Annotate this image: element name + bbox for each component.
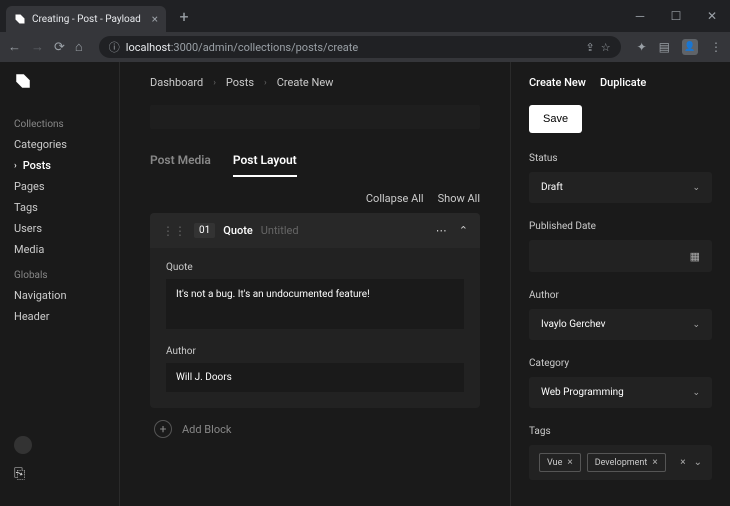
- tab-title: Creating - Post - Payload: [32, 14, 146, 25]
- save-button[interactable]: Save: [529, 105, 582, 133]
- layout-block: ⋮⋮ 01 Quote Untitled ⋯ ⌃ Quote Autho: [150, 213, 480, 408]
- breadcrumb: Dashboard › Posts › Create New: [150, 76, 480, 105]
- remove-tag-icon[interactable]: ×: [652, 457, 657, 468]
- block-header[interactable]: ⋮⋮ 01 Quote Untitled ⋯ ⌃: [150, 213, 480, 248]
- status-label: Status: [529, 153, 712, 164]
- back-button[interactable]: ←: [8, 39, 21, 55]
- sidebar-item-tags[interactable]: Tags: [14, 197, 105, 218]
- browser-titlebar: Creating - Post - Payload × + ─ ☐ ✕: [0, 0, 730, 32]
- user-avatar[interactable]: [14, 436, 32, 454]
- clear-tags-icon[interactable]: ×: [680, 457, 685, 468]
- chevron-right-icon: ›: [14, 161, 17, 171]
- url-text: localhost:3000/admin/collections/posts/c…: [126, 41, 358, 54]
- category-field-label: Category: [529, 358, 712, 369]
- published-date-input[interactable]: ▦: [529, 240, 712, 272]
- author-select[interactable]: Ivaylo Gerchev ⌄: [529, 309, 712, 340]
- chevron-right-icon: ›: [264, 78, 267, 88]
- block-menu-icon[interactable]: ⋯: [436, 224, 447, 237]
- create-new-action[interactable]: Create New: [529, 76, 586, 89]
- drag-handle-icon[interactable]: ⋮⋮: [162, 224, 186, 238]
- app-logo[interactable]: [0, 72, 119, 103]
- right-sidebar: Create New Duplicate Save Status Draft ⌄…: [510, 62, 730, 506]
- published-date-label: Published Date: [529, 221, 712, 232]
- breadcrumb-posts[interactable]: Posts: [226, 76, 254, 89]
- tag-pill: Vue×: [539, 453, 581, 472]
- collections-header: Collections: [14, 119, 105, 130]
- site-info-icon[interactable]: ⓘ: [109, 39, 120, 55]
- tag-pill: Development×: [587, 453, 666, 472]
- collapse-icon[interactable]: ⌃: [459, 224, 468, 237]
- status-select[interactable]: Draft ⌄: [529, 172, 712, 203]
- category-select[interactable]: Web Programming ⌄: [529, 377, 712, 408]
- forward-button[interactable]: →: [31, 39, 44, 55]
- reading-list-icon[interactable]: ▤: [659, 40, 670, 54]
- sidebar-item-pages[interactable]: Pages: [14, 176, 105, 197]
- chevron-right-icon: ›: [213, 78, 216, 88]
- sidebar-item-categories[interactable]: Categories: [14, 134, 105, 155]
- home-button[interactable]: ⌂: [75, 39, 83, 55]
- sidebar-item-users[interactable]: Users: [14, 218, 105, 239]
- browser-tab[interactable]: Creating - Post - Payload ×: [6, 6, 166, 32]
- collapse-all-button[interactable]: Collapse All: [366, 192, 424, 205]
- tags-select[interactable]: Vue× Development× × ⌄: [529, 445, 712, 480]
- new-tab-button[interactable]: +: [174, 6, 194, 26]
- plus-icon: +: [154, 420, 172, 438]
- window-controls: ─ ☐ ✕: [622, 0, 730, 32]
- breadcrumb-dashboard[interactable]: Dashboard: [150, 76, 203, 89]
- globals-header: Globals: [14, 270, 105, 281]
- block-type: Quote: [223, 224, 253, 237]
- sidebar-item-media[interactable]: Media: [14, 239, 105, 260]
- sidebar-item-header[interactable]: Header: [14, 306, 105, 327]
- menu-icon[interactable]: ⋮: [710, 40, 722, 54]
- close-window-button[interactable]: ✕: [694, 0, 730, 32]
- chevron-down-icon[interactable]: ⌄: [694, 457, 702, 468]
- block-number: 01: [194, 223, 215, 238]
- tab-post-layout[interactable]: Post Layout: [233, 153, 297, 177]
- author-field-label: Author: [529, 290, 712, 301]
- share-icon[interactable]: ⇪: [586, 41, 595, 54]
- calendar-icon: ▦: [690, 250, 700, 263]
- author-input[interactable]: [166, 363, 464, 392]
- content-tabs: Post Media Post Layout: [150, 153, 480, 178]
- url-bar[interactable]: ⓘ localhost:3000/admin/collections/posts…: [99, 36, 621, 58]
- show-all-button[interactable]: Show All: [438, 192, 480, 205]
- remove-tag-icon[interactable]: ×: [567, 457, 572, 468]
- app-sidebar: Collections Categories ›Posts Pages Tags…: [0, 62, 120, 506]
- logout-icon[interactable]: ⎘: [14, 466, 105, 482]
- breadcrumb-create[interactable]: Create New: [277, 76, 334, 89]
- title-input[interactable]: [150, 105, 480, 129]
- favicon: [14, 13, 26, 25]
- tags-field-label: Tags: [529, 426, 712, 437]
- sidebar-item-posts[interactable]: ›Posts: [14, 155, 105, 176]
- chevron-down-icon: ⌄: [692, 320, 700, 330]
- chevron-down-icon: ⌄: [692, 388, 700, 398]
- duplicate-action[interactable]: Duplicate: [600, 76, 646, 89]
- extensions-icon[interactable]: ✦: [637, 40, 647, 54]
- profile-icon[interactable]: 👤: [682, 39, 698, 55]
- bookmark-icon[interactable]: ☆: [601, 41, 611, 54]
- sidebar-item-navigation[interactable]: Navigation: [14, 285, 105, 306]
- block-title: Untitled: [261, 224, 299, 237]
- main-content: Dashboard › Posts › Create New Post Medi…: [120, 62, 510, 506]
- tab-post-media[interactable]: Post Media: [150, 153, 211, 177]
- chevron-down-icon: ⌄: [692, 183, 700, 193]
- maximize-button[interactable]: ☐: [658, 0, 694, 32]
- minimize-button[interactable]: ─: [622, 0, 658, 32]
- reload-button[interactable]: ⟳: [54, 40, 65, 55]
- add-block-button[interactable]: + Add Block: [150, 408, 480, 450]
- browser-toolbar: ← → ⟳ ⌂ ⓘ localhost:3000/admin/collectio…: [0, 32, 730, 62]
- author-label: Author: [166, 346, 464, 357]
- quote-label: Quote: [166, 262, 464, 273]
- quote-textarea[interactable]: [166, 279, 464, 329]
- close-tab-icon[interactable]: ×: [152, 12, 158, 26]
